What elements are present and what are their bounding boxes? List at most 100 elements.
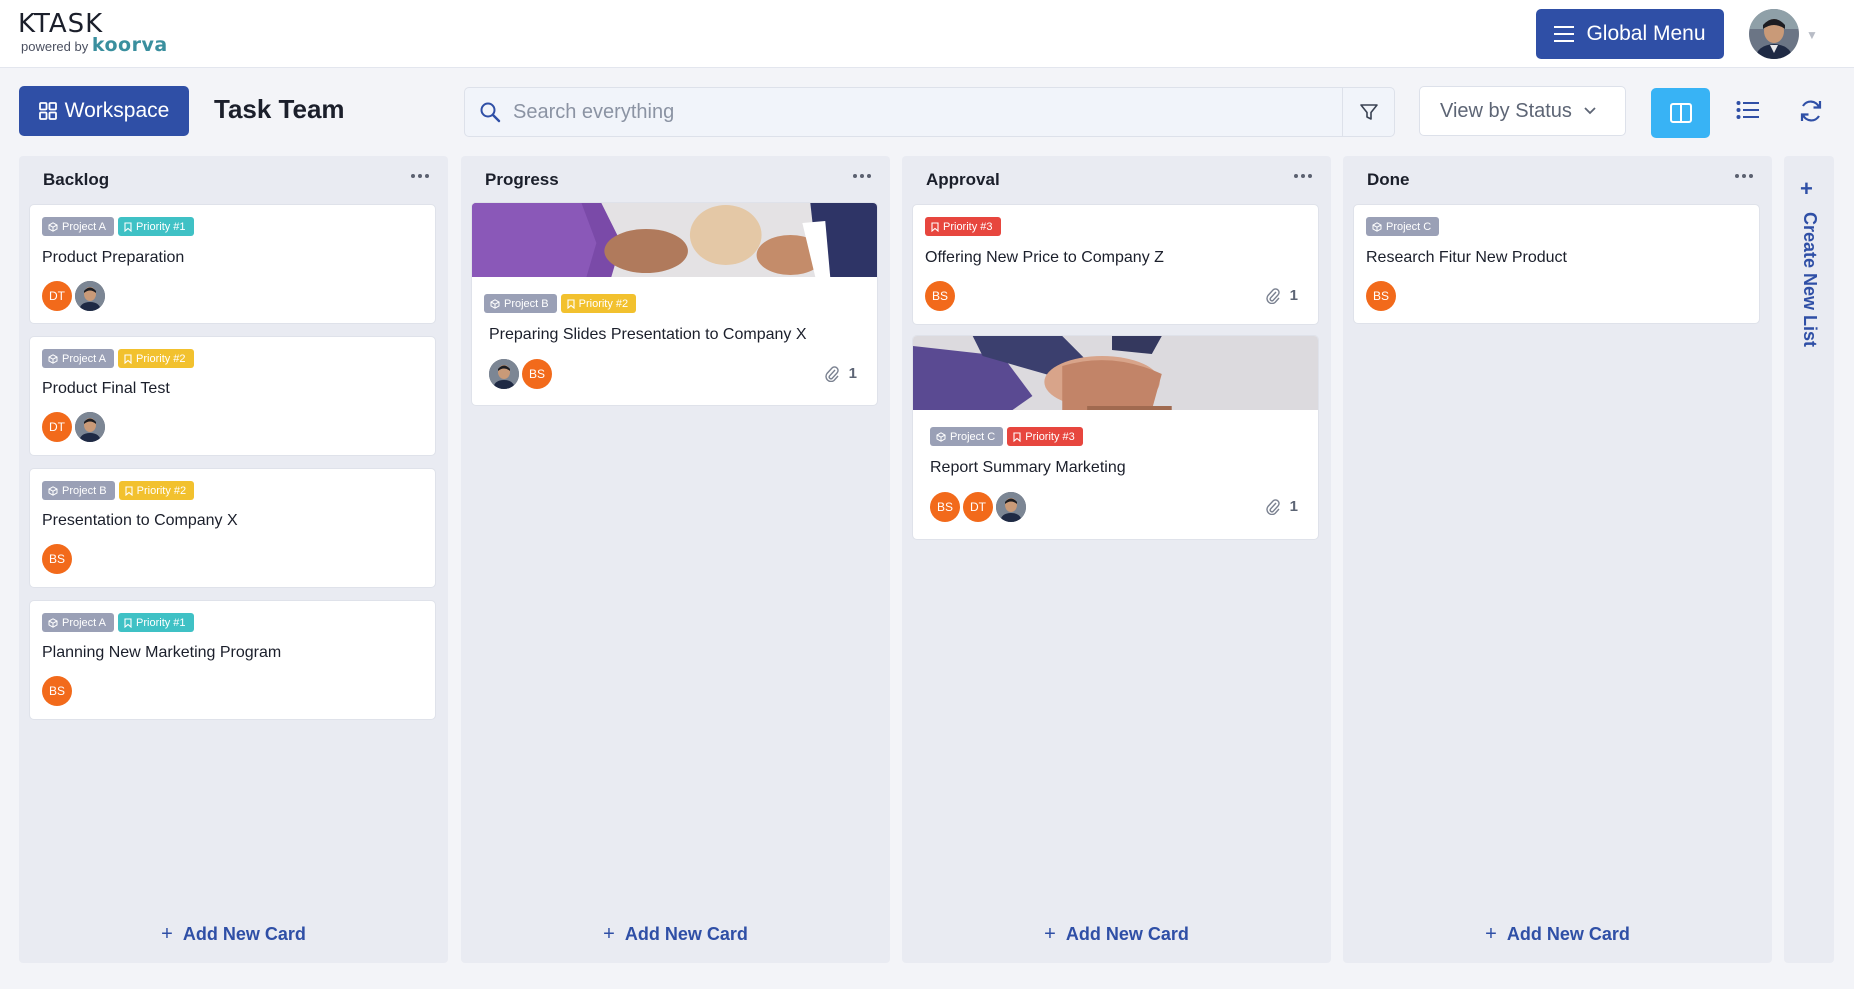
search-bar: [464, 87, 1395, 137]
plus-icon: +: [1485, 923, 1497, 945]
grid-icon: [38, 102, 57, 120]
avatar-bs[interactable]: BS: [522, 359, 552, 389]
list-view-button[interactable]: [1732, 94, 1764, 126]
filter-button[interactable]: [1342, 88, 1394, 136]
user-photo-icon: [489, 359, 519, 389]
card-title: Offering New Price to Company Z: [925, 249, 1164, 266]
project-tag: Project A: [42, 217, 115, 236]
avatar-bs[interactable]: BS: [930, 492, 960, 522]
task-card[interactable]: Project A Priority #1 Planning New Marke…: [29, 600, 436, 720]
cube-icon: [48, 353, 58, 364]
bookmark-icon: [1013, 431, 1021, 442]
more-options-icon[interactable]: [1732, 168, 1756, 184]
task-card[interactable]: Priority #3 Offering New Price to Compan…: [912, 204, 1319, 325]
view-select-label: View by Status: [1440, 99, 1572, 122]
card-title: Presentation to Company X: [42, 512, 238, 529]
attachment-count: 1: [1265, 287, 1298, 304]
attachment-count: 1: [1265, 498, 1298, 515]
task-card[interactable]: Project A Priority #2 Product Final Test…: [29, 336, 436, 456]
cube-icon: [48, 617, 58, 628]
cube-icon: [1372, 221, 1382, 232]
project-tag: Project A: [42, 613, 115, 632]
card-title: Preparing Slides Presentation to Company…: [489, 326, 807, 343]
more-options-icon[interactable]: [850, 168, 874, 184]
task-card[interactable]: Project B Priority #2 Presentation to Co…: [29, 468, 436, 588]
attachment-count: 1: [824, 365, 857, 382]
add-new-card-button[interactable]: + Add New Card: [461, 923, 890, 946]
task-card[interactable]: Project C Priority #3 Report Summary Mar…: [912, 335, 1319, 540]
avatar-dt[interactable]: DT: [42, 281, 72, 311]
cube-icon: [48, 485, 58, 496]
card-title: Research Fitur New Product: [1366, 249, 1567, 266]
chevron-down-icon[interactable]: ▼: [1806, 28, 1818, 42]
search-icon: [480, 102, 501, 123]
view-by-status-select[interactable]: View by Status: [1419, 86, 1626, 136]
top-bar: KTASK powered by koorva Global Menu ▼: [0, 0, 1854, 68]
avatar-bs[interactable]: BS: [1366, 281, 1396, 311]
add-new-card-button[interactable]: + Add New Card: [902, 923, 1331, 946]
create-new-list-button[interactable]: + Create New List: [1784, 156, 1834, 963]
priority-tag: Priority #1: [118, 613, 194, 632]
project-tag: Project C: [1366, 217, 1440, 236]
priority-tag: Priority #3: [925, 217, 1001, 236]
bookmark-icon: [124, 221, 132, 232]
task-card[interactable]: Project B Priority #2 Preparing Slides P…: [471, 202, 878, 406]
priority-tag: Priority #2: [118, 481, 195, 500]
global-menu-button[interactable]: Global Menu: [1536, 9, 1724, 59]
avatar-photo[interactable]: [75, 281, 105, 311]
plus-icon: +: [1044, 923, 1056, 945]
avatar-bs[interactable]: BS: [42, 544, 72, 574]
avatar-dt[interactable]: DT: [963, 492, 993, 522]
user-photo-icon: [75, 281, 105, 311]
board-view-button[interactable]: [1651, 88, 1710, 138]
priority-tag: Priority #2: [118, 349, 194, 368]
brand-logo[interactable]: KTASK powered by koorva: [18, 10, 168, 55]
bookmark-icon: [931, 221, 939, 232]
stacked-hands-image: [913, 336, 1318, 410]
card-title: Product Preparation: [42, 249, 185, 266]
workspace-button[interactable]: Workspace: [19, 86, 189, 136]
card-title: Report Summary Marketing: [930, 459, 1126, 476]
user-photo-icon: [75, 412, 105, 442]
list-column-approval: Approval Priority #3 Offering New Price …: [902, 156, 1331, 963]
avatar-photo[interactable]: [75, 412, 105, 442]
project-tag: Project A: [42, 349, 115, 368]
more-options-icon[interactable]: [408, 168, 432, 184]
powered-by-text: powered by: [21, 39, 89, 54]
card-title: Product Final Test: [42, 380, 170, 397]
list-title: Done: [1367, 170, 1410, 189]
user-photo-icon: [1749, 9, 1799, 59]
priority-tag: Priority #2: [560, 294, 637, 313]
task-card[interactable]: Project C Research Fitur New Product BS: [1353, 204, 1760, 324]
priority-tag: Priority #3: [1007, 427, 1083, 446]
priority-tag: Priority #1: [118, 217, 194, 236]
page-title: Task Team: [214, 94, 345, 124]
refresh-button[interactable]: [1795, 95, 1827, 127]
plus-icon: +: [161, 923, 173, 945]
list-column-done: Done Project C Research Fitur New Produc…: [1343, 156, 1772, 963]
project-tag: Project B: [42, 481, 115, 500]
chevron-down-icon: [1584, 107, 1596, 115]
avatar-bs[interactable]: BS: [925, 281, 955, 311]
add-new-card-button[interactable]: + Add New Card: [19, 923, 448, 946]
search-input[interactable]: [513, 89, 1333, 135]
more-options-icon[interactable]: [1291, 168, 1315, 184]
avatar-bs[interactable]: BS: [42, 676, 72, 706]
project-tag: Project B: [484, 294, 557, 313]
avatar-dt[interactable]: DT: [42, 412, 72, 442]
avatar-photo[interactable]: [489, 359, 519, 389]
menu-icon: [1554, 26, 1575, 42]
cube-icon: [936, 431, 946, 442]
user-avatar[interactable]: [1749, 9, 1799, 59]
list-icon: [1736, 101, 1759, 119]
add-new-card-button[interactable]: + Add New Card: [1343, 923, 1772, 946]
task-card[interactable]: Project A Priority #1 Product Preparatio…: [29, 204, 436, 324]
bookmark-icon: [124, 353, 132, 364]
list-title: Progress: [485, 170, 559, 189]
cube-icon: [490, 298, 500, 309]
avatar-photo[interactable]: [996, 492, 1026, 522]
card-title: Planning New Marketing Program: [42, 644, 282, 661]
brand-powered-by: powered by koorva: [21, 36, 168, 55]
bookmark-icon: [124, 617, 132, 628]
paperclip-icon: [1265, 287, 1280, 304]
